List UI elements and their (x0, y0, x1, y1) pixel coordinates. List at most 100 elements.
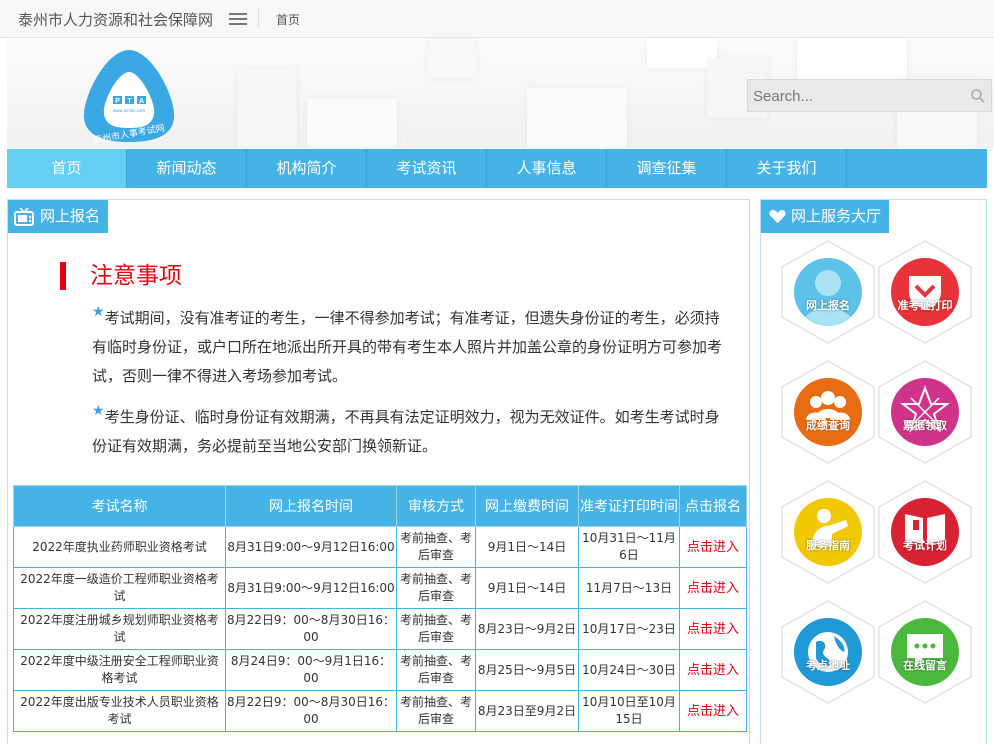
search-icon[interactable] (970, 88, 986, 104)
service-exam-plan[interactable]: 考试计划 (877, 480, 973, 584)
svg-text:T: T (127, 98, 132, 105)
service-online-registration[interactable]: 网上报名 (780, 240, 876, 344)
column-header: 网上缴费时间 (475, 485, 579, 527)
review-method: 考前抽查、考后审查 (396, 526, 476, 568)
exam-name: 2022年度执业药师职业资格考试 (13, 526, 226, 568)
review-method: 考前抽查、考后审查 (396, 608, 476, 650)
search-box (747, 79, 992, 112)
payment-time: 9月1日～14日 (475, 567, 579, 609)
panel-title: 网上报名 (40, 207, 101, 225)
admit-card-print-time: 10月10日至10月15日 (578, 690, 680, 732)
service-label: 考点地址 (806, 659, 850, 672)
svg-text:P: P (115, 98, 120, 105)
nav-item-news[interactable]: 新闻动态 (127, 149, 247, 188)
notice-title: 注意事项 (90, 263, 182, 289)
divider (258, 8, 259, 28)
table-row: 2022年度注册城乡规划师职业资格考试 8月22日9：00～8月30日16：00… (13, 608, 747, 650)
top-bar: 泰州市人力资源和社会保障网 首页 (0, 0, 994, 38)
notice-marker (60, 262, 66, 290)
paragraph-text: 考试期间，没有准考证的考生，一律不得参加考试；有准考证，但遗失身份证的考生，必须… (92, 309, 723, 385)
register-link[interactable]: 点击进入 (679, 608, 747, 650)
service-label: 准考证打印 (897, 299, 953, 312)
service-receipt-collection[interactable]: 票据领取 (877, 360, 973, 464)
review-method: 考前抽查、考后审查 (396, 649, 476, 691)
registration-time: 8月31日9:00～9月12日16:00 (225, 526, 397, 568)
admit-card-print-time: 10月17日～23日 (578, 608, 680, 650)
service-label: 成绩查询 (806, 419, 850, 432)
heart-icon (769, 210, 786, 223)
book-icon (891, 498, 959, 566)
register-link[interactable]: 点击进入 (679, 567, 747, 609)
payment-time: 9月1日～14日 (475, 526, 579, 568)
notice-paragraph: ★考生身份证、临时身份证有效期满，不再具有法定证明效力，视为无效证件。如考生考试… (92, 403, 724, 461)
breadcrumb-home[interactable]: 首页 (276, 11, 300, 28)
payment-time: 8月23日～9月2日 (475, 608, 579, 650)
admit-card-print-time: 10月24日～30日 (578, 649, 680, 691)
nav-item-about-org[interactable]: 机构简介 (247, 149, 367, 188)
star-icon: ★ (92, 304, 105, 320)
column-header: 点击报名 (679, 485, 747, 527)
register-link[interactable]: 点击进入 (679, 690, 747, 732)
service-online-message[interactable]: 在线留言 (877, 600, 973, 704)
registration-time: 8月22日9：00～8月30日16：00 (225, 690, 397, 732)
register-link[interactable]: 点击进入 (679, 526, 747, 568)
exam-name: 2022年度中级注册安全工程师职业资格考试 (13, 649, 226, 691)
site-logo[interactable]: P T A www.tzrsks.com 泰州市人事考试网 (80, 46, 178, 146)
exam-name: 2022年度一级造价工程师职业资格考试 (13, 567, 226, 609)
exam-name: 2022年度注册城乡规划师职业资格考试 (13, 608, 226, 650)
notice-paragraph: ★考试期间，没有准考证的考生，一律不得参加考试；有准考证，但遗失身份证的考生，必… (92, 304, 724, 391)
registration-time: 8月22日9：00～8月30日16：00 (225, 608, 397, 650)
svg-text:A: A (139, 98, 144, 105)
registration-time: 8月24日9：00～9月1日16：00 (225, 649, 397, 691)
exam-name: 2022年度出版专业技术人员职业资格考试 (13, 690, 226, 732)
service-test-site-address[interactable]: 考点地址 (780, 600, 876, 704)
pocket-icon (891, 258, 959, 326)
nav-item-exam-info[interactable]: 考试资讯 (367, 149, 487, 188)
nav-item-survey[interactable]: 调查征集 (607, 149, 727, 188)
hamburger-menu-icon[interactable] (229, 13, 247, 25)
table-row: 2022年度中级注册安全工程师职业资格考试 8月24日9：00～9月1日16：0… (13, 649, 747, 691)
svg-text:www.tzrsks.com: www.tzrsks.com (113, 108, 146, 113)
paragraph-text: 考生身份证、临时身份证有效期满，不再具有法定证明效力，视为无效证件。如考生考试时… (92, 408, 720, 455)
nav-item-personnel[interactable]: 人事信息 (487, 149, 607, 188)
table-row: 2022年度执业药师职业资格考试 8月31日9:00～9月12日16:00 考前… (13, 526, 747, 568)
user-icon (794, 258, 862, 326)
review-method: 考前抽查、考后审查 (396, 567, 476, 609)
side-panel-header: 网上服务大厅 (761, 200, 890, 233)
column-header: 网上报名时间 (225, 485, 397, 527)
site-name[interactable]: 泰州市人力资源和社会保障网 (18, 9, 213, 30)
exam-table: 考试名称 网上报名时间 审核方式 网上缴费时间 准考证打印时间 点击报名 202… (13, 485, 747, 732)
registration-time: 8月31日9:00～9月12日16:00 (225, 567, 397, 609)
star-icon (891, 378, 959, 446)
service-admit-card-print[interactable]: 准考证打印 (877, 240, 973, 344)
nav-item-home[interactable]: 首页 (7, 149, 127, 188)
panel-header: 网上报名 (8, 200, 109, 233)
header-banner: P T A www.tzrsks.com 泰州市人事考试网 (7, 38, 994, 148)
globe-icon (794, 618, 862, 686)
service-score-query[interactable]: 成绩查询 (780, 360, 876, 464)
service-guide[interactable]: 服务指南 (780, 480, 876, 584)
payment-time: 8月23日至9月2日 (475, 690, 579, 732)
service-label: 网上报名 (806, 299, 850, 312)
search-input[interactable] (753, 85, 958, 107)
column-header: 考试名称 (13, 485, 226, 527)
admit-card-print-time: 11月7日～13日 (578, 567, 680, 609)
service-label: 在线留言 (903, 659, 947, 672)
table-header-row: 考试名称 网上报名时间 审核方式 网上缴费时间 准考证打印时间 点击报名 (13, 485, 747, 527)
column-header: 准考证打印时间 (578, 485, 680, 527)
nav-item-about-us[interactable]: 关于我们 (727, 149, 847, 188)
review-method: 考前抽查、考后审查 (396, 690, 476, 732)
table-row: 2022年度出版专业技术人员职业资格考试 8月22日9：00～8月30日16：0… (13, 690, 747, 732)
group-icon (794, 378, 862, 446)
service-label: 票据领取 (903, 419, 947, 432)
side-panel-title: 网上服务大厅 (791, 207, 882, 225)
tv-icon (14, 207, 34, 226)
star-icon: ★ (92, 403, 105, 419)
service-hall-panel: 网上服务大厅 网上报名 准考证打印 成绩查询 票据领取 服务指南 考试计划 考点… (760, 199, 987, 744)
pointer-icon (794, 498, 862, 566)
column-header: 审核方式 (396, 485, 476, 527)
admit-card-print-time: 10月31日～11月6日 (578, 526, 680, 568)
register-link[interactable]: 点击进入 (679, 649, 747, 691)
chat-icon (891, 618, 959, 686)
online-registration-panel: 网上报名 注意事项 ★考试期间，没有准考证的考生，一律不得参加考试；有准考证，但… (7, 199, 750, 744)
